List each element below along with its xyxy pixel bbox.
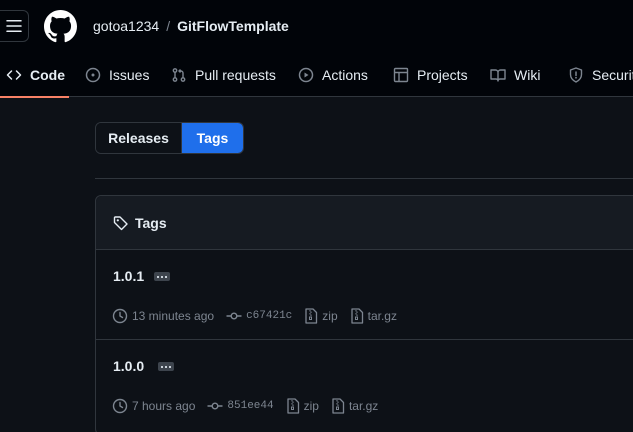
tab-wiki-label: Wiki — [514, 66, 541, 83]
tag-name-link[interactable]: 1.0.1 — [113, 267, 144, 285]
tag-time-text: 13 minutes ago — [132, 309, 215, 323]
tag-meta: 7 hours ago 851ee44 zip tar.gz — [112, 398, 390, 414]
tag-commit[interactable]: 851ee44 — [207, 398, 274, 414]
ellipsis-expander-button[interactable] — [158, 362, 174, 371]
tab-code[interactable]: Code — [0, 52, 69, 98]
tags-list-box: Tags 1.0.1 13 minutes ago c67421c zip ta… — [95, 195, 633, 432]
targz-download[interactable]: tar.gz — [331, 398, 378, 414]
github-logo-icon[interactable] — [44, 10, 77, 43]
file-zip-icon — [332, 398, 345, 414]
tag-icon — [113, 215, 128, 230]
tags-button[interactable]: Tags — [182, 123, 243, 153]
tab-projects-label: Projects — [417, 66, 468, 83]
repo-owner-link[interactable]: gotoa1234 — [93, 18, 159, 34]
tag-commit[interactable]: c67421c — [226, 308, 292, 324]
tab-issues[interactable]: Issues — [85, 52, 149, 97]
tab-projects[interactable]: Projects — [393, 52, 468, 97]
tag-time-text: 7 hours ago — [132, 399, 196, 413]
breadcrumb: gotoa1234 / GitFlowTemplate — [93, 17, 289, 35]
file-zip-icon — [305, 308, 318, 324]
tab-wiki[interactable]: Wiki — [490, 52, 540, 97]
tab-code-label: Code — [30, 66, 65, 83]
tag-time: 7 hours ago — [112, 398, 195, 414]
tag-name-link[interactable]: 1.0.0 — [113, 357, 144, 375]
table-icon — [393, 67, 409, 82]
file-zip-icon — [350, 308, 363, 324]
tab-issues-label: Issues — [109, 66, 150, 83]
repo-name-link[interactable]: GitFlowTemplate — [177, 18, 289, 34]
zip-download[interactable]: zip — [286, 398, 319, 414]
tag-time: 13 minutes ago — [112, 308, 214, 324]
targz-download[interactable]: tar.gz — [350, 308, 397, 324]
clock-icon — [112, 398, 128, 414]
git-commit-icon — [226, 312, 242, 320]
tag-row: 1.0.0 7 hours ago 851ee44 zip tar.gz — [96, 340, 633, 430]
tag-row: 1.0.1 13 minutes ago c67421c zip tar.gz — [96, 250, 633, 340]
tab-actions-label: Actions — [322, 66, 368, 83]
tab-actions[interactable]: Actions — [298, 52, 368, 97]
tag-meta: 13 minutes ago c67421c zip tar.gz — [112, 308, 409, 324]
zip-download-link[interactable]: zip — [322, 309, 337, 323]
shield-icon — [569, 66, 583, 83]
commit-sha-link[interactable]: 851ee44 — [227, 400, 273, 412]
git-pull-request-icon — [172, 67, 186, 82]
tab-security[interactable]: Security — [568, 52, 633, 97]
app-header: gotoa1234 / GitFlowTemplate Code Issues Pu… — [0, 0, 633, 98]
tags-box-title: Tags — [135, 214, 167, 231]
git-commit-icon — [207, 402, 223, 410]
play-icon — [298, 67, 314, 82]
book-icon — [490, 68, 506, 82]
commit-sha-link[interactable]: c67421c — [246, 310, 292, 322]
section-divider — [95, 178, 633, 179]
hamburger-menu-button[interactable] — [0, 10, 29, 42]
tab-pull-requests[interactable]: Pull requests — [171, 52, 276, 97]
zip-download-link[interactable]: zip — [304, 399, 319, 413]
hamburger-icon — [6, 20, 22, 32]
releases-tags-toggle: Releases Tags — [95, 122, 244, 154]
breadcrumb-separator: / — [166, 18, 171, 34]
issue-opened-icon — [85, 67, 101, 82]
tab-pull-requests-label: Pull requests — [195, 66, 276, 83]
clock-icon — [112, 308, 128, 324]
ellipsis-expander-button[interactable] — [154, 272, 170, 281]
zip-download[interactable]: zip — [304, 308, 338, 324]
code-icon — [6, 69, 22, 80]
targz-download-link[interactable]: tar.gz — [368, 309, 397, 323]
repo-nav-tabs: Code Issues Pull requests Actions Projec… — [0, 52, 633, 98]
tags-box-header: Tags — [96, 196, 633, 250]
targz-download-link[interactable]: tar.gz — [349, 399, 378, 413]
file-zip-icon — [286, 398, 299, 414]
tab-security-label: Security — [592, 66, 633, 83]
releases-button[interactable]: Releases — [96, 123, 182, 153]
